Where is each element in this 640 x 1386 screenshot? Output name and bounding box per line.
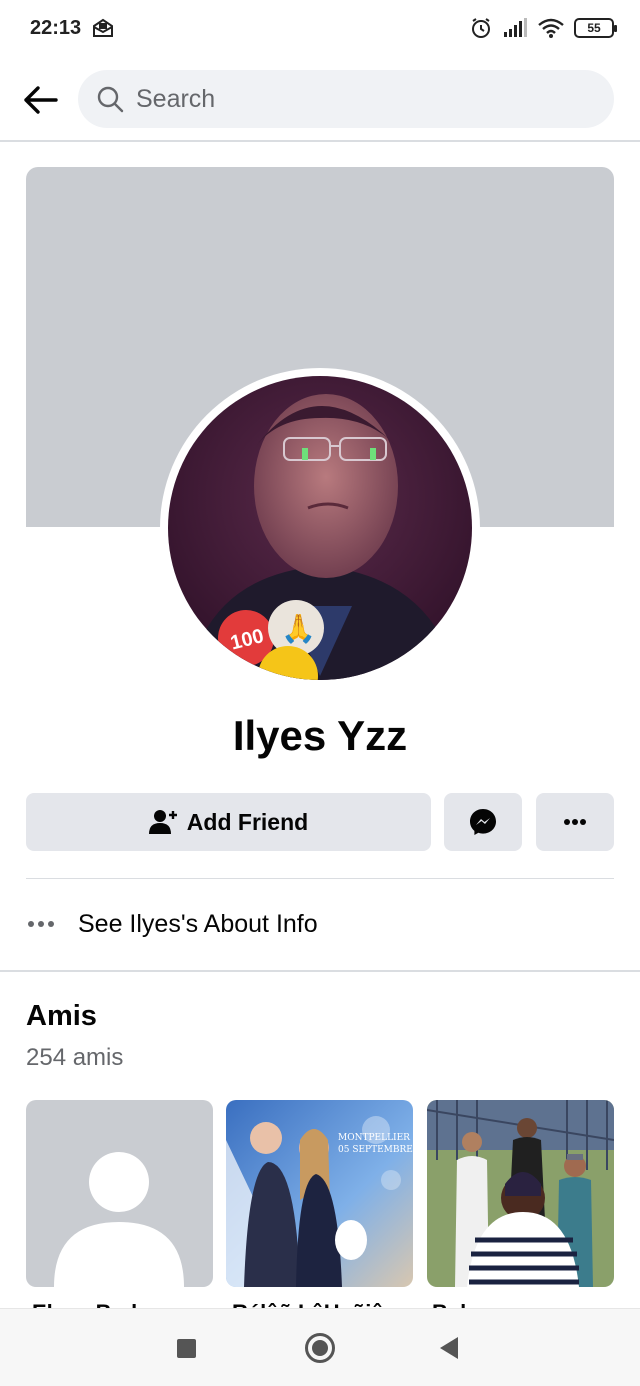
friend-card[interactable]: MONTPELLIER 05 SEPTEMBRE (226, 1100, 413, 1287)
home-icon[interactable] (305, 1333, 335, 1363)
messenger-icon (470, 809, 496, 835)
battery-icon: 55 (574, 18, 617, 38)
message-button[interactable] (444, 793, 522, 851)
ellipsis-icon (28, 921, 54, 927)
divider (26, 878, 614, 879)
friends-count: 254 amis (26, 1044, 124, 1071)
top-nav: Search (0, 58, 640, 142)
search-input[interactable]: Search (78, 70, 614, 128)
default-avatar-icon (54, 1152, 184, 1287)
profile-picture[interactable]: 100 🙏 (168, 376, 472, 680)
add-friend-label: Add Friend (186, 808, 309, 835)
status-time: 22:13 (30, 17, 82, 39)
search-placeholder: Search (136, 85, 216, 113)
alarm-icon (472, 18, 490, 38)
avatar-sticker-pray: 🙏 (281, 612, 316, 645)
status-bar: 22:13 55 (0, 0, 640, 58)
mail-icon (93, 18, 113, 37)
more-options-button[interactable] (536, 793, 614, 851)
friend-card[interactable] (26, 1100, 213, 1287)
back-arrow-icon[interactable] (20, 80, 60, 120)
about-info-label: See Ilyes's About Info (78, 909, 318, 938)
profile-picture-image: 100 🙏 (168, 376, 472, 680)
add-friend-icon (148, 810, 177, 834)
search-icon (97, 86, 124, 113)
section-divider (0, 970, 640, 972)
add-friend-button[interactable]: Add Friend (26, 793, 431, 851)
recents-icon[interactable] (177, 1339, 196, 1358)
about-info-link[interactable]: See Ilyes's About Info (26, 896, 614, 952)
signal-icon (504, 18, 527, 37)
profile-name: Ilyes Yzz (232, 712, 408, 759)
more-icon (564, 819, 586, 825)
system-back-icon[interactable] (440, 1337, 458, 1359)
friends-title: Amis (26, 1000, 97, 1032)
wifi-icon (538, 18, 564, 38)
system-nav-bar (0, 1308, 640, 1386)
friend-photo (427, 1100, 614, 1287)
friend-photo: MONTPELLIER 05 SEPTEMBRE (226, 1100, 413, 1287)
status-icons: 55 (470, 16, 617, 40)
photo-caption-date: 05 SEPTEMBRE (338, 1145, 413, 1155)
friend-card[interactable] (427, 1100, 614, 1287)
photo-caption-city: MONTPELLIER (338, 1133, 410, 1143)
